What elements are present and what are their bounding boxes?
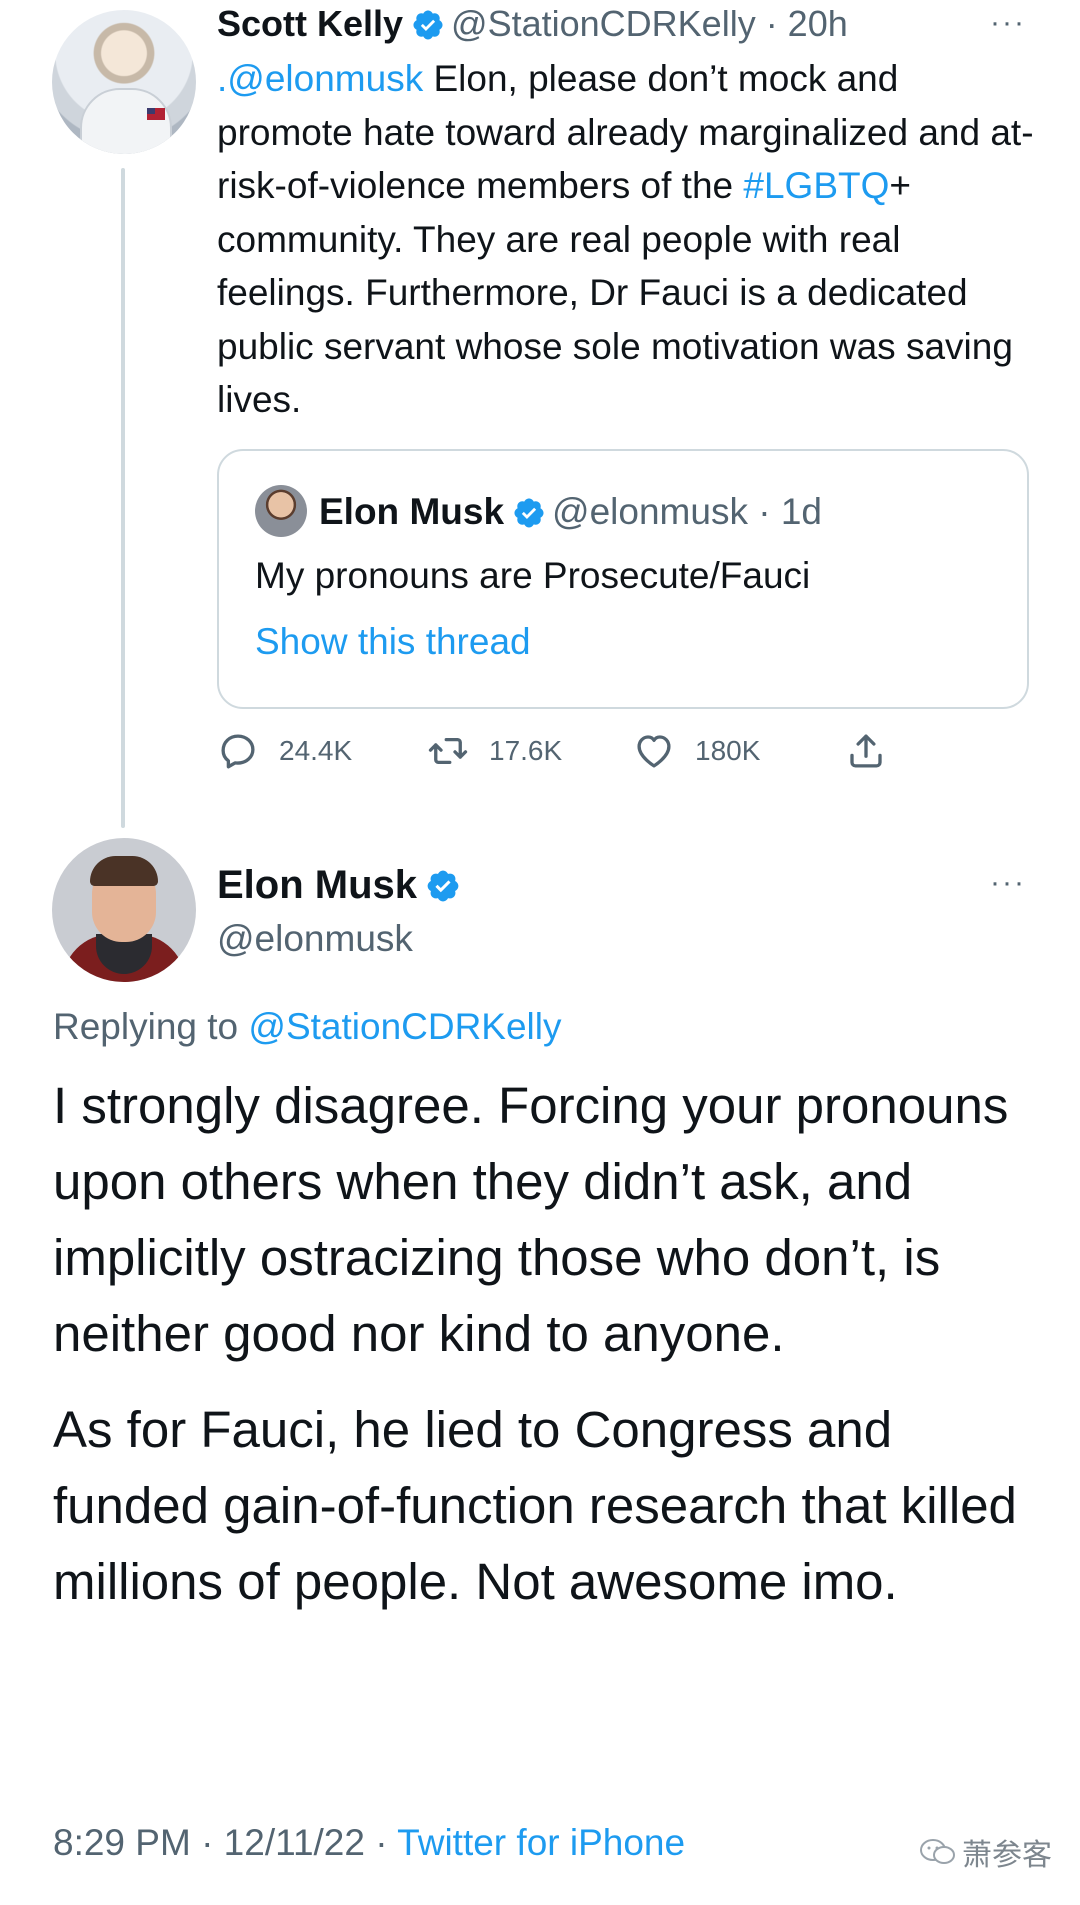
- thread-connector-line: [121, 168, 125, 828]
- quoted-author-name: Elon Musk: [319, 491, 505, 532]
- like-button[interactable]: 180K: [633, 726, 760, 776]
- watermark: 萧参客: [918, 1830, 1052, 1874]
- source-link[interactable]: Twitter for iPhone: [397, 1822, 685, 1863]
- verified-badge-icon: [427, 870, 459, 902]
- show-thread-link[interactable]: Show this thread: [255, 617, 531, 667]
- tweet-actions-bar: 24.4K 17.6K 180K: [217, 726, 897, 776]
- tweet-text: .@elonmusk Elon, please don’t mock and p…: [217, 52, 1037, 427]
- tweet-timestamp-row: 8:29 PM · 12/11/22 · Twitter for iPhone: [53, 1818, 685, 1868]
- quoted-tweet-card[interactable]: Elon Musk @elonmusk · 1d My pronouns are …: [217, 449, 1029, 709]
- verified-badge-icon: [514, 498, 544, 528]
- share-icon: [850, 734, 882, 768]
- reply-icon: [221, 734, 255, 769]
- replying-to-line: Replying to @StationCDRKelly: [53, 1002, 562, 1052]
- wechat-icon: [920, 1839, 955, 1864]
- author-handle[interactable]: @elonmusk: [217, 914, 413, 964]
- verified-badge-icon: [413, 10, 443, 40]
- retweet-icon: [428, 737, 468, 765]
- replying-prefix: Replying to: [53, 1006, 249, 1047]
- share-button[interactable]: [845, 726, 907, 776]
- tweet-paragraph: I strongly disagree. Forcing your pronou…: [53, 1077, 1009, 1362]
- timestamp[interactable]: 8:29 PM · 12/11/22 ·: [53, 1822, 397, 1863]
- more-options-icon[interactable]: ···: [990, 866, 1026, 900]
- main-tweet-text: I strongly disagree. Forcing your pronou…: [53, 1068, 1043, 1640]
- mention-link[interactable]: .@elonmusk: [217, 58, 423, 99]
- scott-kelly-avatar[interactable]: [52, 10, 196, 154]
- heart-icon: [637, 735, 671, 768]
- quoted-tweet-header: Elon Musk @elonmusk · 1d: [319, 487, 822, 537]
- reply-count: 24.4K: [279, 735, 353, 766]
- replying-to-link[interactable]: @StationCDRKelly: [248, 1006, 561, 1047]
- author-name[interactable]: Elon Musk: [217, 863, 417, 907]
- spacesuit-shape: [80, 88, 172, 154]
- hashtag-link[interactable]: #LGBTQ: [743, 165, 889, 206]
- quoted-tweet-text: My pronouns are Prosecute/Fauci: [255, 555, 811, 596]
- author-name-row: Elon Musk: [217, 860, 467, 910]
- elon-musk-avatar[interactable]: [52, 838, 196, 982]
- flag-canton: [147, 108, 155, 114]
- tweet-paragraph: As for Fauci, he lied to Congress and fu…: [53, 1401, 1017, 1610]
- quoted-author-avatar: [255, 485, 307, 537]
- quoted-handle-time: @elonmusk · 1d: [552, 491, 822, 532]
- avatar-hair: [90, 856, 158, 886]
- handle-and-time[interactable]: @StationCDRKelly · 20h: [451, 3, 848, 44]
- author-name[interactable]: Scott Kelly: [217, 3, 403, 44]
- tweet-header: Scott Kelly @StationCDRKelly · 20h: [217, 2, 848, 46]
- watermark-text: 萧参客: [962, 1839, 1052, 1872]
- reply-button[interactable]: 24.4K: [217, 726, 352, 776]
- like-count: 180K: [695, 735, 761, 766]
- retweet-button[interactable]: 17.6K: [427, 726, 562, 776]
- more-options-icon[interactable]: ···: [990, 6, 1026, 40]
- retweet-count: 17.6K: [489, 735, 563, 766]
